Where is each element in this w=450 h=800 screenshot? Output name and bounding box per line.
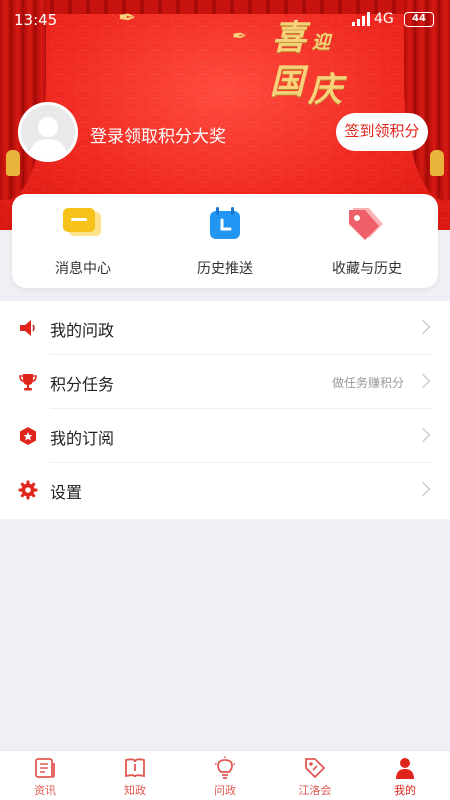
quick-item-message-center[interactable]: 消息中心 <box>12 194 154 288</box>
chevron-right-icon <box>415 427 431 443</box>
fest-char-4: 庆 <box>308 70 342 110</box>
network-type: 4G <box>374 11 394 27</box>
default-avatar-icon <box>29 117 67 159</box>
status-bar: 13:45 4G 44 <box>0 0 450 40</box>
bottom-nav: 资讯 知政 问政 江洛会 我的 <box>0 750 450 800</box>
menu-label: 我的订阅 <box>50 429 115 448</box>
menu-list: 我的问政 积分任务 做任务赚积分 我的订阅 设置 <box>0 301 450 519</box>
menu-label: 我的问政 <box>50 321 115 340</box>
quick-label-history-push: 历史推送 <box>197 261 253 277</box>
quick-item-history-push[interactable]: 历史推送 <box>154 194 296 288</box>
history-push-icon <box>210 207 240 239</box>
fest-char-3: 国 <box>270 62 304 102</box>
tassel-right <box>430 150 444 176</box>
nav-item-mine[interactable]: 我的 <box>360 751 450 800</box>
signin-points-button[interactable]: 签到领积分 <box>336 113 428 151</box>
nav-item-policy[interactable]: 知政 <box>90 751 180 800</box>
login-prompt[interactable]: 登录领取积分大奖 <box>90 122 226 147</box>
nav-label: 资讯 <box>34 784 56 797</box>
subscription-icon <box>20 427 36 445</box>
nav-item-jiangluo[interactable]: 江洛会 <box>270 751 360 800</box>
nav-label: 知政 <box>124 784 146 797</box>
nav-label: 问政 <box>214 784 236 797</box>
tassel-left <box>6 150 20 176</box>
battery-level: 44 <box>404 12 434 27</box>
menu-item-points-tasks[interactable]: 积分任务 做任务赚积分 <box>0 355 450 409</box>
menu-item-settings[interactable]: 设置 <box>0 463 450 517</box>
menu-item-my-subscriptions[interactable]: 我的订阅 <box>0 409 450 463</box>
quick-label-favorites-history: 收藏与历史 <box>332 261 402 277</box>
nav-label: 江洛会 <box>298 784 332 797</box>
trophy-icon <box>19 374 37 391</box>
person-icon <box>396 758 414 779</box>
quick-item-favorites-history[interactable]: 收藏与历史 <box>296 194 438 288</box>
nav-item-inquiry[interactable]: 问政 <box>180 751 270 800</box>
favorites-history-icon <box>349 208 383 240</box>
gear-icon <box>18 480 38 500</box>
signal-icon <box>352 12 370 26</box>
megaphone-icon <box>20 320 35 336</box>
lightbulb-icon <box>215 756 235 779</box>
quick-label-message-center: 消息中心 <box>55 261 111 277</box>
tag-icon <box>305 758 326 779</box>
quick-actions-card: 消息中心 历史推送 收藏与历史 <box>12 194 438 288</box>
book-icon <box>125 758 145 778</box>
menu-item-my-inquiries[interactable]: 我的问政 <box>0 301 450 355</box>
message-center-icon <box>63 208 101 236</box>
menu-label: 积分任务 <box>50 375 115 394</box>
news-icon <box>35 758 55 778</box>
status-time: 13:45 <box>14 11 58 29</box>
nav-label: 我的 <box>394 784 416 797</box>
menu-hint: 做任务赚积分 <box>331 376 404 390</box>
chevron-right-icon <box>415 373 431 389</box>
nav-item-news[interactable]: 资讯 <box>0 751 90 800</box>
menu-label: 设置 <box>50 483 83 502</box>
chevron-right-icon <box>415 481 431 497</box>
avatar[interactable] <box>18 102 78 162</box>
chevron-right-icon <box>415 319 431 335</box>
